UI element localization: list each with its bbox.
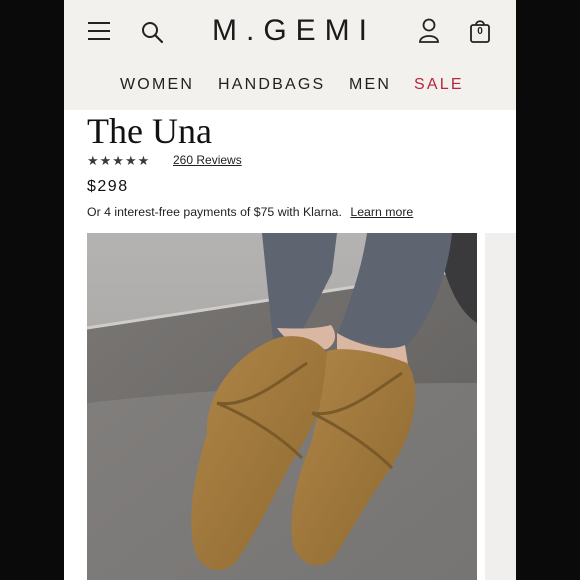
site-header: M.GEMI 0 WOMEN HANDBAGS MEN SALE [64,0,516,110]
left-frame [0,0,64,580]
nav-handbags[interactable]: HANDBAGS [218,76,325,94]
main-nav: WOMEN HANDBAGS MEN SALE [64,76,516,96]
menu-icon[interactable] [88,22,110,40]
rating-stars: ★★★★★ [87,153,151,168]
product-page: M.GEMI 0 WOMEN HANDBAGS MEN SALE The Una… [64,0,516,580]
reviews-link[interactable]: 260 Reviews [173,153,242,167]
next-image-peek[interactable] [485,233,516,580]
right-frame [516,0,580,580]
klarna-installments: Or 4 interest-free payments of $75 with … [87,205,413,219]
search-icon[interactable] [140,20,164,44]
product-photo [87,233,477,580]
nav-women[interactable]: WOMEN [120,76,194,94]
product-price: $298 [87,178,129,195]
nav-men[interactable]: MEN [349,76,391,94]
brand-logo[interactable]: M.GEMI [212,14,376,48]
product-image[interactable] [87,233,477,580]
account-icon[interactable] [418,18,440,44]
product-title: The Una [87,111,212,151]
klarna-text: Or 4 interest-free payments of $75 with … [87,205,342,219]
nav-sale[interactable]: SALE [414,76,464,94]
bag-count: 0 [477,26,483,37]
learn-more-link[interactable]: Learn more [350,205,413,219]
